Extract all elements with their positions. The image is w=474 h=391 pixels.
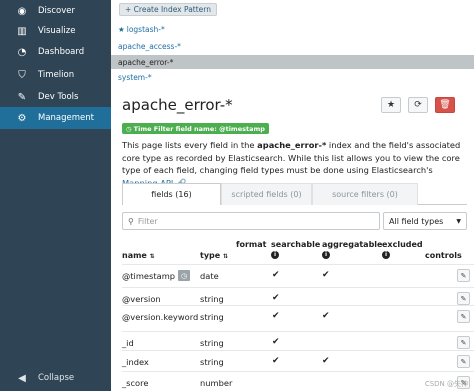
searchable-check-icon: ✔ (272, 270, 280, 280)
index-pattern-item[interactable]: ★ logstash-* (118, 25, 165, 34)
collapse-button[interactable]: ◀ Collapse (0, 367, 111, 389)
field-type: string (200, 294, 224, 304)
searchable-check-icon: ✔ (272, 337, 280, 347)
sidebar-item-label: Visualize (38, 26, 76, 36)
pencil-icon: ✎ (460, 357, 467, 366)
pencil-icon: ✎ (460, 312, 467, 321)
sort-icon: ⇅ (223, 253, 229, 260)
field-type: string (200, 338, 224, 348)
sidebar-item-discover[interactable]: ◉ Discover (0, 0, 111, 22)
clock-icon: ◷ (178, 270, 190, 281)
aggregatable-check-icon: ✔ (322, 356, 330, 366)
refresh-icon: ⟳ (414, 100, 422, 110)
index-pattern-item-selected[interactable]: apache_error-* (111, 55, 474, 69)
edit-field-button[interactable]: ✎ (457, 336, 470, 349)
column-header-name[interactable]: name ⇅ (122, 251, 155, 260)
compass-icon: ◉ (17, 5, 27, 17)
tab-source-filters[interactable]: source filters (0) (312, 183, 418, 205)
table-row: _score number ✎ (122, 371, 474, 391)
sidebar: ◉ Discover ▥ Visualize ◔ Dashboard ⛉ Tim… (0, 0, 111, 391)
column-header-searchable: searchable i (271, 240, 321, 259)
field-type-select[interactable]: All field types ▼ (383, 212, 467, 230)
watermark: CSDN @失神 (424, 380, 468, 388)
clock-icon: ◷ (126, 124, 132, 133)
page-title: apache_error-* (122, 96, 233, 114)
trash-icon: 🗑 (439, 100, 451, 110)
field-name: _id (122, 338, 134, 348)
bar-chart-icon: ▥ (17, 25, 27, 37)
pencil-icon: ✎ (460, 338, 467, 347)
column-header-controls: controls (425, 251, 462, 260)
sidebar-item-management[interactable]: ⚙ Management (0, 107, 111, 129)
searchable-check-icon: ✔ (272, 356, 280, 366)
sidebar-item-dev-tools[interactable]: ✎ Dev Tools (0, 86, 111, 108)
sort-icon: ⇅ (149, 253, 155, 260)
search-icon: ⚲ (128, 216, 134, 226)
sidebar-item-visualize[interactable]: ▥ Visualize (0, 20, 111, 42)
delete-index-pattern-button[interactable]: 🗑 (435, 97, 455, 113)
set-default-button[interactable]: ★ (381, 97, 401, 113)
gear-icon: ⚙ (17, 112, 27, 124)
column-header-excluded: excluded i (382, 240, 423, 259)
searchable-check-icon: ✔ (272, 311, 280, 321)
table-row: @timestamp ◷ date ✔ ✔ ✎ (122, 264, 474, 287)
refresh-fields-button[interactable]: ⟳ (408, 97, 428, 113)
field-type: date (200, 271, 219, 281)
pencil-icon: ✎ (460, 294, 467, 303)
field-type: number (200, 378, 233, 388)
field-name: @version (122, 294, 161, 304)
edit-field-button[interactable]: ✎ (457, 292, 470, 305)
tab-scripted-fields[interactable]: scripted fields (0) (221, 183, 312, 205)
edit-field-button[interactable]: ✎ (457, 355, 470, 368)
edit-field-button[interactable]: ✎ (457, 310, 470, 323)
sidebar-item-label: Discover (38, 6, 75, 16)
info-icon: i (382, 251, 390, 259)
field-filter-input[interactable]: ⚲ Filter (122, 212, 380, 230)
sidebar-item-label: Dashboard (38, 47, 85, 57)
info-icon: i (271, 251, 279, 259)
field-type: string (200, 312, 224, 322)
field-type: string (200, 357, 224, 367)
table-row: @version.keyword string ✔ ✔ ✎ (122, 305, 474, 328)
sidebar-item-label: Management (38, 113, 94, 123)
index-pattern-item[interactable]: apache_access-* (118, 42, 181, 51)
sidebar-item-label: Dev Tools (38, 92, 79, 102)
column-header-format: format (236, 240, 267, 249)
chevron-down-icon: ▼ (456, 217, 461, 225)
table-row: _index string ✔ ✔ ✎ (122, 350, 474, 373)
time-filter-badge: ◷ Time Filter field name: @timestamp (122, 123, 269, 134)
tab-fields[interactable]: fields (16) (122, 183, 221, 205)
shield-icon: ⛉ (18, 69, 26, 81)
dashboard-icon: ◔ (17, 46, 27, 58)
sidebar-item-dashboard[interactable]: ◔ Dashboard (0, 41, 111, 63)
field-tabs: fields (16) scripted fields (0) source f… (122, 183, 467, 205)
wrench-icon: ✎ (17, 91, 27, 103)
collapse-arrow-icon: ◀ (18, 372, 26, 384)
field-name: _score (122, 378, 149, 388)
sidebar-item-label: Timelion (38, 70, 75, 80)
collapse-label: Collapse (38, 373, 75, 383)
searchable-check-icon: ✔ (272, 293, 280, 303)
column-header-aggregatable: aggregatable i (322, 240, 383, 259)
main-panel: + Create Index Pattern ★ logstash-* apach… (111, 0, 474, 391)
create-index-pattern-button[interactable]: + Create Index Pattern (119, 3, 217, 16)
star-icon: ★ (386, 100, 396, 110)
sidebar-item-timelion[interactable]: ⛉ Timelion (0, 64, 111, 86)
pencil-icon: ✎ (460, 271, 467, 280)
info-icon: i (322, 251, 330, 259)
aggregatable-check-icon: ✔ (322, 270, 330, 280)
index-pattern-item[interactable]: system-* (118, 73, 152, 82)
star-icon: ★ (118, 25, 125, 34)
page-description: This page lists every field in the apach… (122, 139, 467, 189)
edit-field-button[interactable]: ✎ (457, 269, 470, 282)
aggregatable-check-icon: ✔ (322, 311, 330, 321)
field-name: _index (122, 357, 149, 367)
field-name: @timestamp (122, 271, 176, 281)
column-header-type[interactable]: type ⇅ (200, 251, 228, 260)
field-name: @version.keyword (122, 312, 199, 322)
